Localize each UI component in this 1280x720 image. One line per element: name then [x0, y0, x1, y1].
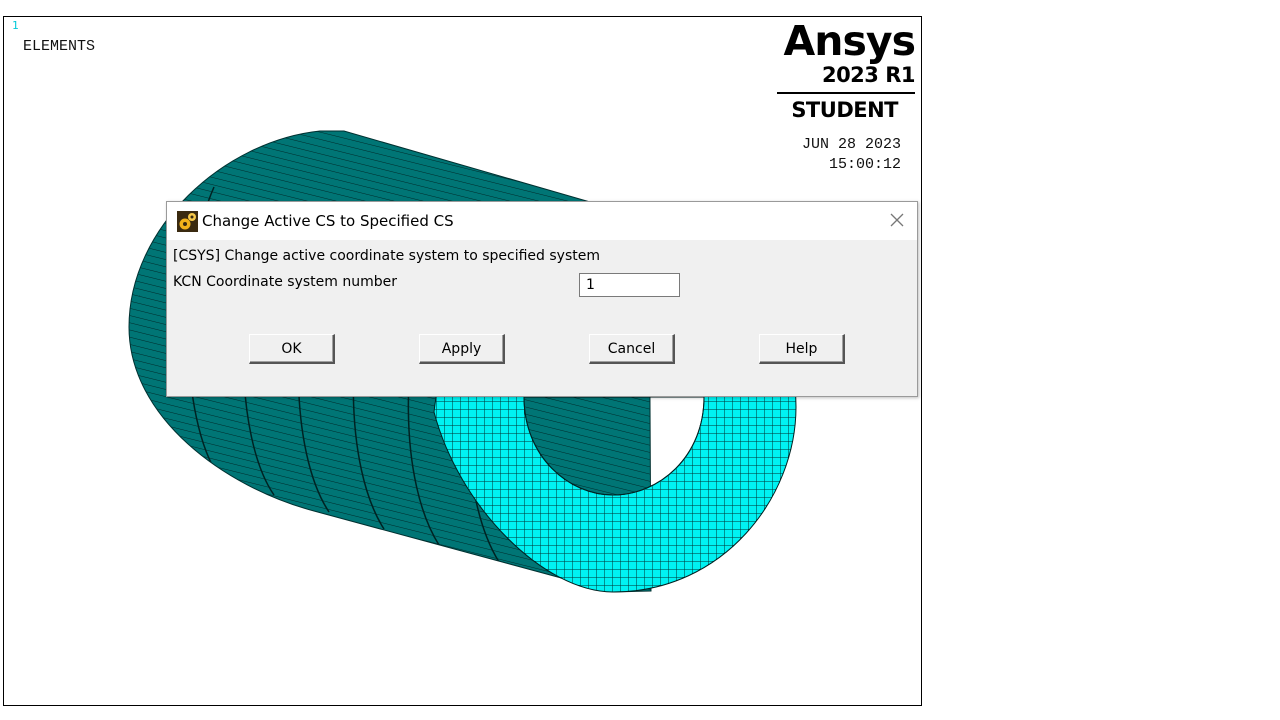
- command-description: [CSYS] Change active coordinate system t…: [173, 248, 600, 264]
- plot-date: JUN 28 2023: [801, 136, 901, 153]
- window-number: 1: [12, 19, 19, 32]
- cancel-button[interactable]: Cancel: [589, 334, 675, 364]
- logo-version: 2023 R1: [821, 63, 916, 87]
- plot-time: 15:00:12: [828, 156, 901, 173]
- coordinate-system-number-input[interactable]: [579, 273, 680, 297]
- plot-title: ELEMENTS: [23, 38, 96, 55]
- dialog-title: Change Active CS to Specified CS: [202, 212, 454, 230]
- ok-button[interactable]: OK: [249, 334, 335, 364]
- logo-edition: STUDENT: [791, 98, 898, 122]
- date-time-stamp: JUN 28 2023 15:00:12: [802, 135, 901, 175]
- close-icon[interactable]: [889, 212, 905, 228]
- gears-icon: [177, 211, 198, 232]
- change-active-cs-dialog: Change Active CS to Specified CS [CSYS] …: [166, 201, 918, 397]
- help-button[interactable]: Help: [759, 334, 845, 364]
- ansys-logo-wordmark: Ansys: [783, 17, 916, 65]
- dialog-titlebar[interactable]: Change Active CS to Specified CS: [167, 202, 917, 240]
- kcn-field-label: KCN Coordinate system number: [173, 274, 398, 290]
- apply-button[interactable]: Apply: [419, 334, 505, 364]
- logo-divider: [777, 92, 915, 94]
